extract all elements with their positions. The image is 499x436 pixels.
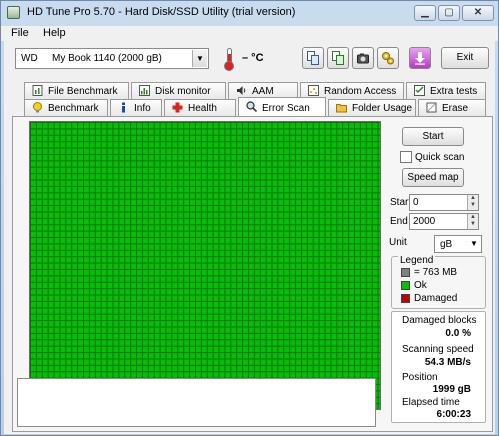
app-window: HD Tune Pro 5.70 - Hard Disk/SSD Utility… [0, 0, 499, 436]
exit-button[interactable]: Exit [441, 47, 489, 69]
tab-benchmark[interactable]: Benchmark [24, 99, 108, 116]
checklist-icon [414, 85, 425, 96]
tab-error-scan[interactable]: Error Scan [238, 97, 326, 116]
legend-unused-swatch [401, 268, 410, 277]
copy-icon [307, 51, 319, 65]
start-scan-button[interactable]: Start [402, 127, 464, 146]
quick-scan-checkbox[interactable] [400, 151, 412, 163]
chevron-down-icon: ▼ [470, 239, 478, 248]
maximize-button[interactable]: ▢ [438, 5, 460, 21]
download-arrow-icon [415, 52, 425, 65]
legend-ok-swatch [401, 281, 410, 290]
start-input[interactable]: 0 ▲ ▼ [409, 194, 479, 211]
tab-health[interactable]: Health [164, 99, 236, 116]
quick-scan-label: Quick scan [415, 152, 465, 163]
eraser-icon [426, 102, 437, 113]
minimize-button[interactable]: ▁ [414, 5, 436, 21]
tab-erase[interactable]: Erase [418, 99, 486, 116]
main-area: WD My Book 1140 (2000 gB) ▼ – °C Exit Fi… [4, 41, 495, 434]
drive-select[interactable]: WD My Book 1140 (2000 gB) ▼ [15, 48, 209, 69]
block-map-grid [29, 121, 381, 410]
menu-file[interactable]: File [11, 27, 29, 39]
legend-title: Legend [398, 255, 436, 266]
start-spinner[interactable]: ▲ ▼ [467, 195, 478, 210]
end-spinner[interactable]: ▲ ▼ [467, 214, 478, 229]
disk-monitor-icon [139, 85, 150, 96]
speaker-icon [237, 86, 246, 95]
tab-folder-usage[interactable]: Folder Usage [328, 99, 416, 116]
temperature-readout: – °C [242, 52, 264, 64]
gears-icon [382, 52, 394, 65]
position-label: Position [402, 372, 438, 383]
end-value: 2000 [413, 216, 436, 227]
folder-icon [336, 104, 347, 113]
end-label: End [390, 216, 408, 227]
speed-map-button[interactable]: Speed map [402, 168, 464, 187]
legend-damaged-label: Damaged [414, 293, 458, 304]
elapsed-time-value: 6:00:23 [436, 409, 471, 420]
screenshot-button[interactable] [352, 47, 374, 69]
file-benchmark-icon [32, 85, 43, 96]
legend: Legend = 763 MB Ok Damaged [391, 255, 486, 309]
scanning-speed-label: Scanning speed [402, 344, 474, 355]
window-title: HD Tune Pro 5.70 - Hard Disk/SSD Utility… [27, 6, 296, 18]
tab-info[interactable]: Info [110, 99, 162, 116]
tab-file-benchmark[interactable]: File Benchmark [24, 82, 129, 99]
title-bar: HD Tune Pro 5.70 - Hard Disk/SSD Utility… [1, 1, 498, 25]
copy-all-icon [332, 51, 344, 65]
scan-stats: Damaged blocks 0.0 % Scanning speed 54.3… [391, 311, 486, 423]
close-button[interactable]: ✕ [462, 5, 494, 21]
save-button[interactable] [409, 47, 431, 69]
info-icon [122, 102, 125, 113]
log-box [17, 378, 376, 427]
random-access-icon [308, 85, 319, 96]
end-input[interactable]: 2000 ▲ ▼ [409, 213, 479, 230]
health-cross-icon [172, 102, 183, 113]
copy-info-button[interactable] [302, 47, 324, 69]
legend-ok-label: Ok [414, 280, 427, 291]
app-icon [7, 6, 20, 19]
scanning-speed-value: 54.3 MB/s [424, 357, 471, 368]
unit-value: gB [440, 239, 453, 250]
legend-damaged-swatch [401, 294, 410, 303]
options-button[interactable] [377, 47, 399, 69]
legend-block-size: = 763 MB [414, 267, 458, 278]
menu-help[interactable]: Help [43, 27, 66, 39]
chevron-down-icon: ▼ [192, 50, 207, 67]
lightbulb-icon [33, 102, 42, 113]
thermometer-icon [223, 48, 235, 71]
position-value: 1999 gB [432, 384, 471, 395]
drive-id: WD [21, 53, 38, 64]
damaged-blocks-value: 0.0 % [445, 328, 471, 339]
elapsed-time-label: Elapsed time [402, 397, 460, 408]
camera-icon [357, 53, 369, 64]
tab-extra-tests[interactable]: Extra tests [406, 82, 486, 99]
menu-bar: File Help [1, 26, 498, 41]
start-value: 0 [413, 197, 419, 208]
drive-name: My Book 1140 (2000 gB) [52, 53, 162, 64]
unit-label: Unit [389, 237, 407, 248]
unit-select[interactable]: gB ▼ [434, 235, 482, 253]
copy-all-button[interactable] [327, 47, 349, 69]
damaged-blocks-label: Damaged blocks [402, 315, 477, 326]
start-label: Start [390, 197, 412, 208]
tab-disk-monitor[interactable]: Disk monitor [131, 82, 226, 99]
magnifier-icon [246, 101, 257, 112]
